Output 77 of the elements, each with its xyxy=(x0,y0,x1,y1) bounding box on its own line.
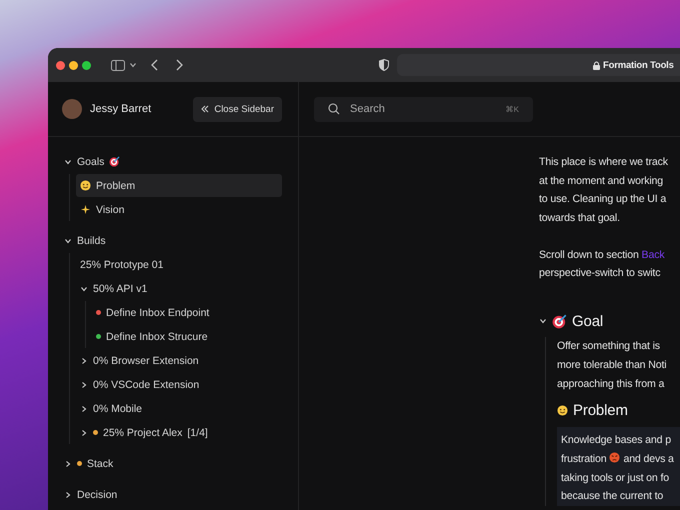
tree-item-label: 25% Prototype 01 xyxy=(80,258,164,270)
sidebar-toggle-icon[interactable] xyxy=(111,60,125,70)
section-heading: Problem xyxy=(573,402,628,419)
chevron-down-icon[interactable] xyxy=(64,236,72,244)
tree-item-label: Problem xyxy=(96,180,136,192)
tree-item[interactable]: Goals xyxy=(60,150,282,173)
tree-item-label: Goals xyxy=(77,156,104,168)
url-text: Formation Tools xyxy=(603,60,674,70)
tree-item[interactable]: Vision xyxy=(76,198,282,221)
tree-item[interactable]: Decision xyxy=(60,483,282,506)
close-window-icon[interactable] xyxy=(56,60,65,70)
double-chevron-left-icon xyxy=(201,105,210,113)
paragraph-line: towards that goal. xyxy=(539,211,621,226)
chevron-down-icon[interactable] xyxy=(129,61,137,69)
avatar xyxy=(62,99,82,119)
tree-item-label: 0% Mobile xyxy=(93,402,142,414)
paragraph-line: perspective-switch to switc xyxy=(539,266,662,282)
tree-item-label: Define Inbox Strucure xyxy=(106,330,208,342)
tree-item-label: Stack xyxy=(87,458,114,470)
lock-icon xyxy=(593,60,600,70)
tree-item[interactable]: 0% VSCode Extension xyxy=(76,373,282,396)
sparkle-icon xyxy=(80,204,91,215)
paragraph-line: This place is where we track xyxy=(539,155,669,170)
chevron-down-icon[interactable] xyxy=(80,284,88,292)
tree-item-label: Vision xyxy=(96,204,124,216)
paragraph-line: because the current to xyxy=(561,489,664,504)
chevron-right-icon[interactable] xyxy=(80,428,88,436)
shield-icon[interactable] xyxy=(379,59,389,71)
address-bar[interactable]: Formation Tools xyxy=(397,54,680,76)
close-sidebar-button[interactable]: Close Sidebar xyxy=(193,96,282,122)
tree-item[interactable]: 0% Browser Extension xyxy=(76,349,282,372)
back-icon[interactable] xyxy=(150,59,160,71)
tree-item-label: Define Inbox Endpoint xyxy=(106,306,210,318)
tree-item-label: 0% VSCode Extension xyxy=(93,378,200,390)
shortcut-hint: ⌘K xyxy=(506,104,519,114)
paragraph-text: and devs a xyxy=(623,452,674,465)
chevron-right-icon[interactable] xyxy=(64,460,72,468)
tree-item[interactable]: 25% Prototype 01 xyxy=(76,253,282,276)
maximize-window-icon[interactable] xyxy=(82,60,91,70)
target-icon xyxy=(552,314,567,329)
smiling-face-icon xyxy=(80,180,91,191)
section-heading: Goal xyxy=(572,312,604,330)
tree-item-label: 25% Project Alex xyxy=(103,426,182,438)
forward-icon[interactable] xyxy=(174,59,184,71)
chevron-right-icon[interactable] xyxy=(80,404,88,412)
paragraph-line: taking tools or just on fo xyxy=(561,470,670,486)
search-icon xyxy=(328,102,340,114)
chevron-right-icon[interactable] xyxy=(64,490,72,498)
tree-item[interactable]: Stack xyxy=(60,452,282,475)
chevron-right-icon[interactable] xyxy=(80,356,88,364)
paragraph-line: Offer something that is xyxy=(557,339,661,354)
chevron-right-icon[interactable] xyxy=(80,380,88,388)
tree-item[interactable]: 50% API v1 xyxy=(76,277,282,300)
tree-item-label: 50% API v1 xyxy=(93,282,148,294)
chevron-down-icon[interactable] xyxy=(64,158,72,166)
tree-item[interactable]: Define Inbox Endpoint xyxy=(92,301,282,324)
paragraph-text: Scroll down to section xyxy=(539,248,640,261)
tree-item[interactable]: 0% Mobile xyxy=(76,397,282,420)
tree-item[interactable]: 25% Project Alex [1/4] xyxy=(76,421,282,444)
paragraph-line: approaching this from a xyxy=(557,376,666,392)
paragraph-line: at the moment and working xyxy=(539,174,664,189)
paragraph-line: Knowledge bases and p xyxy=(561,433,672,448)
tree-item-label: 0% Browser Extension xyxy=(93,354,199,366)
minimize-window-icon[interactable] xyxy=(69,60,78,70)
tree-item[interactable]: Define Inbox Strucure xyxy=(92,325,282,348)
paragraph-text: frustration xyxy=(561,452,606,465)
tree-item-label: Decision xyxy=(77,488,118,500)
paragraph-line: to use. Cleaning up the UI a xyxy=(539,192,668,208)
angry-face-icon xyxy=(609,452,620,463)
user-name: Jessy Barret xyxy=(90,103,152,115)
tree-item-count: [1/4] xyxy=(187,426,208,438)
target-icon xyxy=(109,156,120,167)
tree-item-label: Builds xyxy=(77,234,106,246)
tree-item[interactable]: Builds xyxy=(60,229,282,252)
chevron-down-icon[interactable] xyxy=(539,317,547,326)
paragraph-line: more tolerable than Noti xyxy=(557,358,668,373)
tree-item[interactable]: Problem xyxy=(76,174,282,197)
